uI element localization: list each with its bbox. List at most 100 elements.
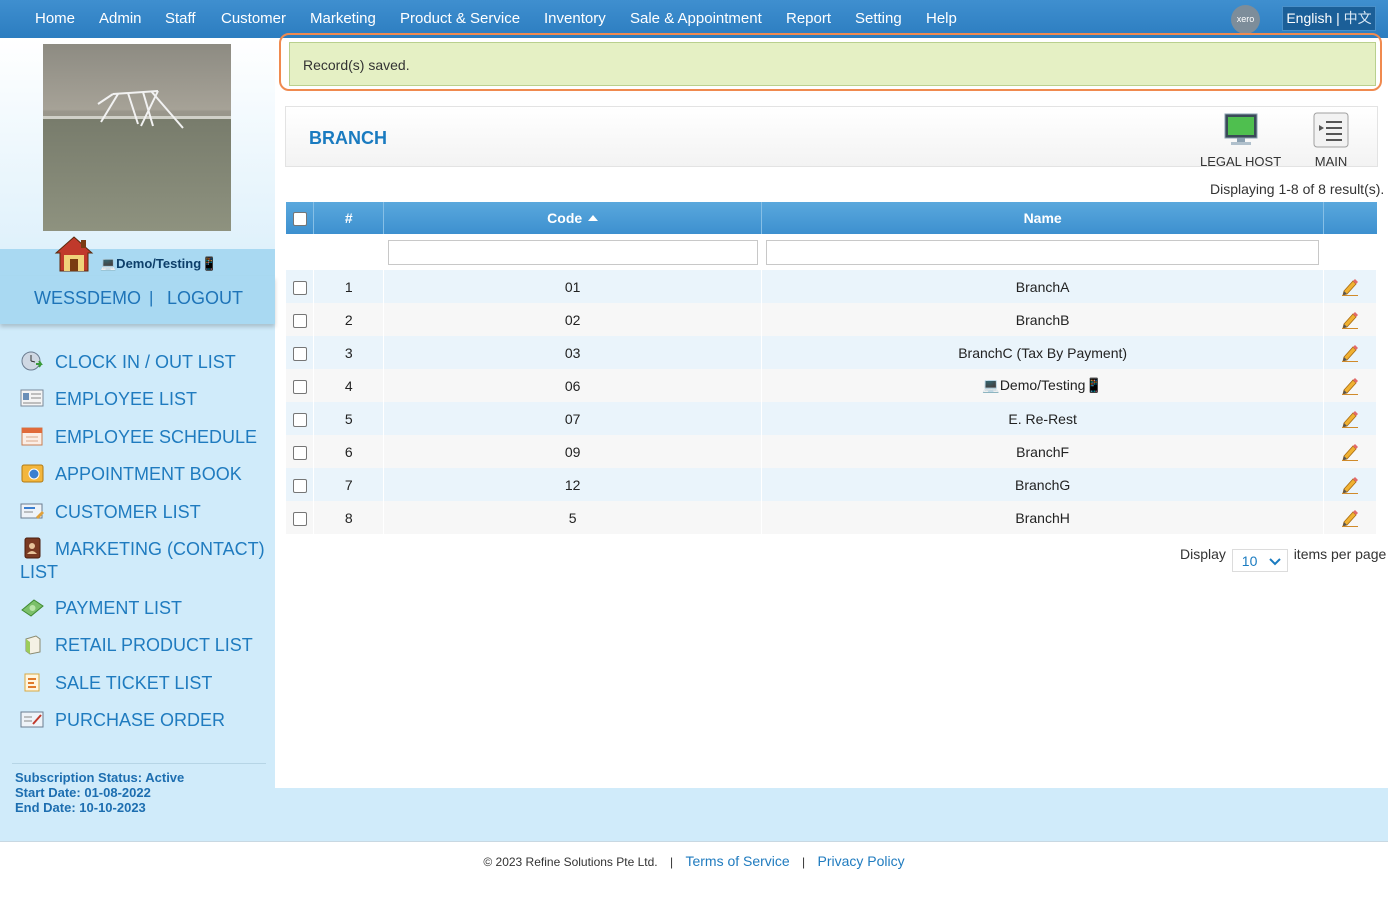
- table-row[interactable]: 4 06 💻Demo/Testing📱: [286, 369, 1377, 402]
- alert-message: Record(s) saved.: [303, 57, 410, 73]
- nav-customer[interactable]: Customer: [221, 10, 286, 27]
- row-number: 7: [313, 468, 385, 501]
- row-name: BranchA: [761, 270, 1325, 303]
- table-row[interactable]: 8 5 BranchH: [286, 501, 1377, 534]
- row-name: BranchF: [761, 435, 1325, 468]
- filter-row: [286, 234, 1377, 270]
- nav-product-service[interactable]: Product & Service: [400, 10, 520, 27]
- edit-pencil-icon[interactable]: [1341, 311, 1359, 329]
- branch-panel-header: BRANCH LEGAL HOST MAIN: [285, 106, 1378, 169]
- table-row[interactable]: 5 07 E. Re-Rest: [286, 402, 1377, 435]
- save-alert-highlight: Record(s) saved.: [279, 33, 1382, 91]
- menu-employee-schedule[interactable]: EMPLOYEE SCHEDULE: [20, 425, 270, 449]
- nav-setting[interactable]: Setting: [855, 10, 902, 27]
- code-filter-input[interactable]: [387, 239, 758, 265]
- select-all-header: [286, 202, 315, 234]
- row-select-cell: [286, 369, 315, 402]
- purchase-order-icon: [20, 711, 44, 728]
- col-header-name[interactable]: Name: [761, 202, 1325, 234]
- row-code: 5: [383, 501, 763, 534]
- nav-staff[interactable]: Staff: [165, 10, 196, 27]
- menu-sale-ticket-list[interactable]: SALE TICKET LIST: [20, 671, 270, 695]
- row-edit-cell: [1323, 402, 1377, 435]
- sort-ascending-icon: [588, 215, 599, 221]
- menu-marketing-contact-list[interactable]: MARKETING (CONTACT) LIST: [20, 537, 270, 584]
- row-select-cell: [286, 336, 315, 369]
- table-row[interactable]: 7 12 BranchG: [286, 468, 1377, 501]
- table-row[interactable]: 6 09 BranchF: [286, 435, 1377, 468]
- row-checkbox[interactable]: [292, 280, 307, 295]
- menu-label: EMPLOYEE SCHEDULE: [55, 427, 258, 447]
- nav-admin[interactable]: Admin: [99, 10, 142, 27]
- row-edit-cell: [1323, 303, 1377, 336]
- menu-purchase-order[interactable]: PURCHASE ORDER: [20, 708, 270, 732]
- row-number: 6: [313, 435, 385, 468]
- employee-card-icon: [20, 389, 44, 407]
- privacy-link[interactable]: Privacy Policy: [818, 853, 905, 869]
- col-header-code-label: Code: [547, 210, 583, 226]
- row-code: 02: [383, 303, 763, 336]
- edit-pencil-icon[interactable]: [1341, 377, 1359, 395]
- menu-employee-list[interactable]: EMPLOYEE LIST: [20, 387, 270, 411]
- menu-clock-in-out-list[interactable]: CLOCK IN / OUT LIST: [20, 350, 270, 374]
- select-all-checkbox[interactable]: [292, 212, 307, 227]
- footer-separator: |: [669, 855, 674, 869]
- row-number: 2: [313, 303, 385, 336]
- menu-payment-list[interactable]: PAYMENT LIST: [20, 596, 270, 620]
- home-branch-icon[interactable]: [54, 235, 94, 273]
- main-button[interactable]: MAIN: [1313, 112, 1349, 169]
- col-header-code[interactable]: Code: [383, 202, 763, 234]
- edit-pencil-icon[interactable]: [1341, 476, 1359, 494]
- row-checkbox[interactable]: [292, 511, 307, 526]
- menu-retail-product-list[interactable]: RETAIL PRODUCT LIST: [20, 633, 270, 657]
- row-code: 12: [383, 468, 763, 501]
- nav-home[interactable]: Home: [35, 10, 75, 27]
- branch-table: # Code Name 1 01 BranchA 2 02 BranchB 3 03 Branc…: [286, 202, 1377, 534]
- edit-pencil-icon[interactable]: [1341, 509, 1359, 527]
- nav-help[interactable]: Help: [926, 10, 957, 27]
- terms-link[interactable]: Terms of Service: [685, 853, 789, 869]
- lang-english[interactable]: English: [1286, 10, 1332, 26]
- menu-customer-list[interactable]: CUSTOMER LIST: [20, 500, 270, 524]
- username-link[interactable]: WESSDEMO: [34, 288, 141, 309]
- row-number: 1: [313, 270, 385, 303]
- edit-pencil-icon[interactable]: [1341, 278, 1359, 296]
- page-size-suffix: items per page: [1293, 546, 1387, 562]
- edit-pencil-icon[interactable]: [1341, 443, 1359, 461]
- row-checkbox[interactable]: [292, 313, 307, 328]
- edit-pencil-icon[interactable]: [1341, 344, 1359, 362]
- current-branch-name: 💻Demo/Testing📱: [100, 256, 218, 271]
- table-row[interactable]: 1 01 BranchA: [286, 270, 1377, 303]
- page-size-select[interactable]: 10: [1231, 549, 1288, 572]
- row-checkbox[interactable]: [292, 346, 307, 361]
- col-header-actions: [1323, 202, 1377, 234]
- subscription-start-date: Start Date: 01-08-2022: [15, 785, 151, 800]
- subscription-divider: [12, 763, 266, 764]
- nav-inventory[interactable]: Inventory: [544, 10, 606, 27]
- menu-label: CUSTOMER LIST: [55, 502, 201, 522]
- row-number: 3: [313, 336, 385, 369]
- legal-host-button[interactable]: LEGAL HOST: [1200, 112, 1281, 169]
- row-name: 💻Demo/Testing📱: [761, 369, 1325, 402]
- row-code: 06: [383, 369, 763, 402]
- row-edit-cell: [1323, 369, 1377, 402]
- nav-sale-appointment[interactable]: Sale & Appointment: [630, 10, 762, 27]
- nav-report[interactable]: Report: [786, 10, 831, 27]
- edit-pencil-icon[interactable]: [1341, 410, 1359, 428]
- row-checkbox[interactable]: [292, 478, 307, 493]
- subscription-end-date: End Date: 10-10-2023: [15, 800, 146, 815]
- table-row[interactable]: 2 02 BranchB: [286, 303, 1377, 336]
- row-checkbox[interactable]: [292, 412, 307, 427]
- xero-icon[interactable]: xero: [1231, 5, 1260, 34]
- row-code: 07: [383, 402, 763, 435]
- row-checkbox[interactable]: [292, 445, 307, 460]
- menu-appointment-book[interactable]: APPOINTMENT BOOK: [20, 462, 270, 486]
- logout-link[interactable]: LOGOUT: [167, 288, 243, 309]
- row-number: 8: [313, 501, 385, 534]
- language-switch[interactable]: English | 中文: [1282, 6, 1376, 31]
- name-filter-input[interactable]: [766, 239, 1320, 265]
- table-row[interactable]: 3 03 BranchC (Tax By Payment): [286, 336, 1377, 369]
- lang-chinese[interactable]: 中文: [1344, 10, 1372, 26]
- nav-marketing[interactable]: Marketing: [310, 10, 376, 27]
- row-checkbox[interactable]: [292, 379, 307, 394]
